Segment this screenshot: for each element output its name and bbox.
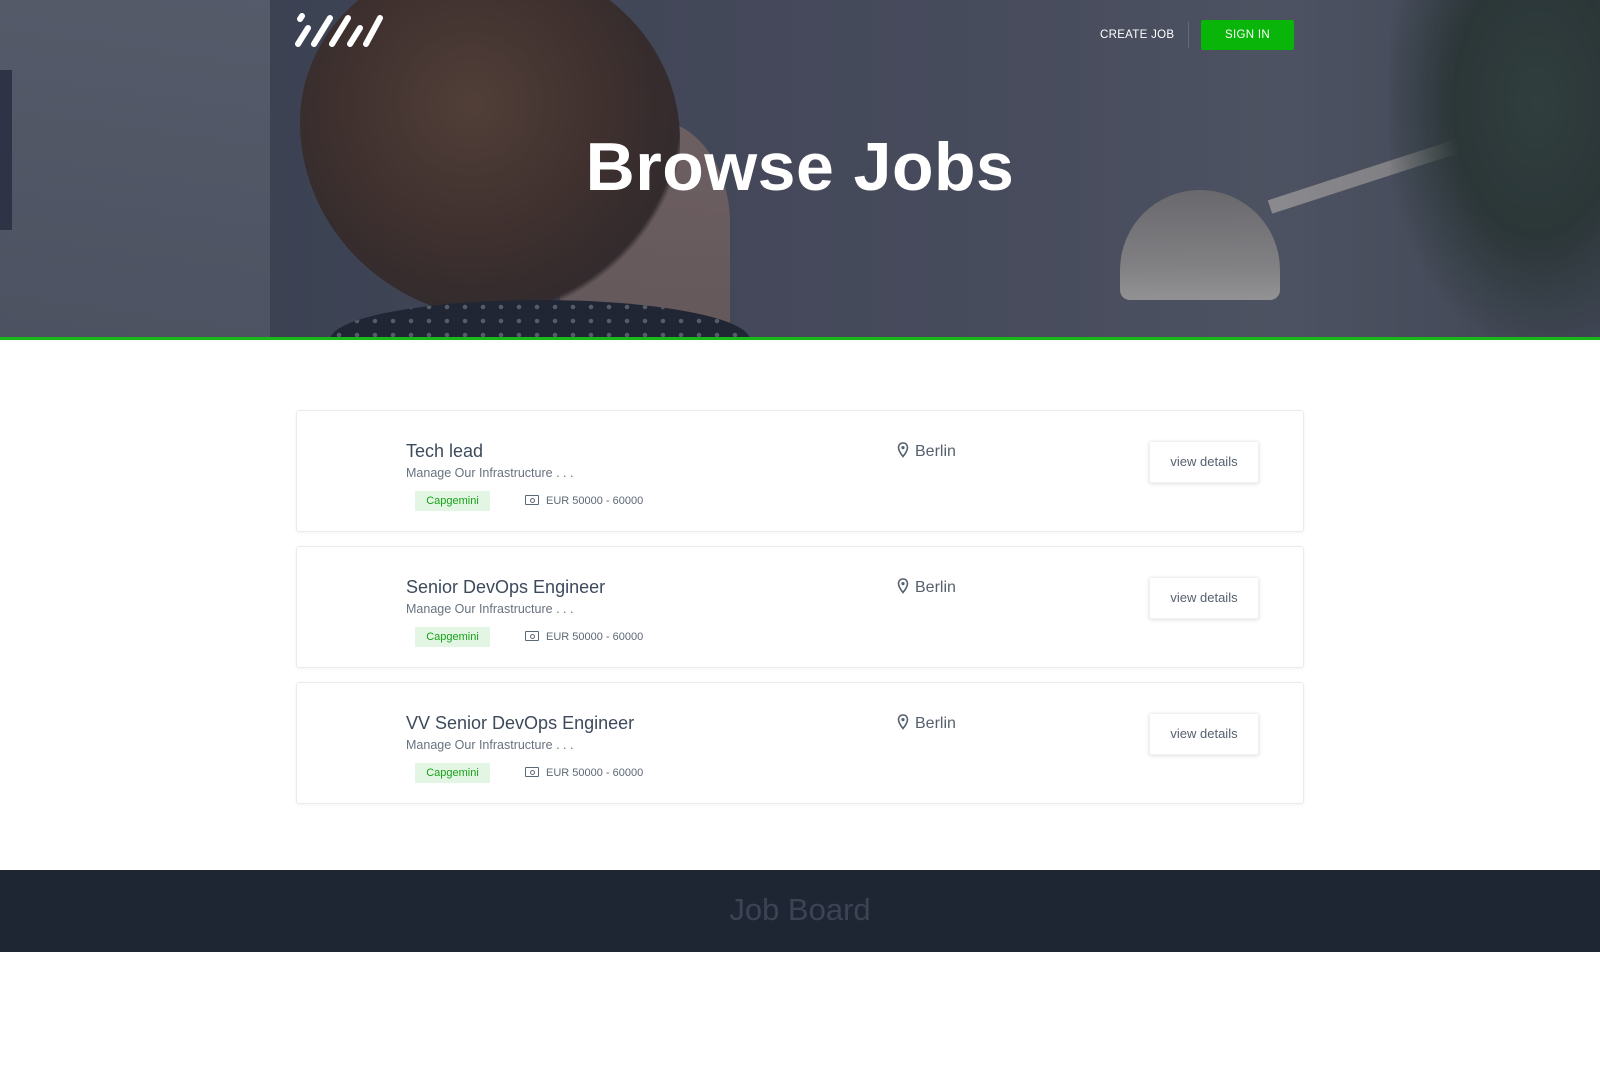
- map-pin-icon: [897, 442, 909, 458]
- job-location: Berlin: [897, 442, 956, 461]
- brand-logo-icon[interactable]: [294, 12, 384, 48]
- money-icon: [525, 495, 539, 505]
- location-text: Berlin: [915, 715, 956, 732]
- sign-in-button[interactable]: SIGN IN: [1201, 20, 1294, 50]
- job-card: Tech lead Manage Our Infrastructure . . …: [296, 410, 1304, 532]
- job-title[interactable]: Tech lead: [406, 441, 483, 462]
- job-location: Berlin: [897, 578, 956, 597]
- view-details-button[interactable]: view details: [1149, 577, 1259, 619]
- money-icon: [525, 631, 539, 641]
- footer-title: Job Board: [729, 892, 871, 927]
- salary-text: EUR 50000 - 60000: [546, 631, 644, 643]
- job-title[interactable]: Senior DevOps Engineer: [406, 577, 605, 598]
- job-description: Manage Our Infrastructure . . .: [406, 738, 574, 752]
- company-badge: Capgemini: [415, 491, 490, 511]
- location-text: Berlin: [915, 443, 956, 460]
- view-details-button[interactable]: view details: [1149, 713, 1259, 755]
- location-text: Berlin: [915, 579, 956, 596]
- salary-text: EUR 50000 - 60000: [546, 767, 644, 779]
- salary-info: EUR 50000 - 60000: [525, 763, 643, 783]
- job-description: Manage Our Infrastructure . . .: [406, 602, 574, 616]
- hero-accent-bar: [0, 337, 1600, 340]
- company-badge: Capgemini: [415, 627, 490, 647]
- salary-info: EUR 50000 - 60000: [525, 627, 643, 647]
- salary-text: EUR 50000 - 60000: [546, 495, 644, 507]
- view-details-button[interactable]: view details: [1149, 441, 1259, 483]
- map-pin-icon: [897, 714, 909, 730]
- job-card: Senior DevOps Engineer Manage Our Infras…: [296, 546, 1304, 668]
- job-title[interactable]: VV Senior DevOps Engineer: [406, 713, 634, 734]
- hero-banner: CREATE JOB SIGN IN Browse Jobs: [0, 0, 1600, 340]
- footer: Job Board: [0, 870, 1600, 952]
- money-icon: [525, 767, 539, 777]
- job-location: Berlin: [897, 714, 956, 733]
- job-card: VV Senior DevOps Engineer Manage Our Inf…: [296, 682, 1304, 804]
- nav-divider: [1188, 22, 1189, 48]
- salary-info: EUR 50000 - 60000: [525, 491, 643, 511]
- page-title: Browse Jobs: [585, 129, 1015, 205]
- job-description: Manage Our Infrastructure . . .: [406, 466, 574, 480]
- company-badge: Capgemini: [415, 763, 490, 783]
- map-pin-icon: [897, 578, 909, 594]
- job-list: Tech lead Manage Our Infrastructure . . …: [296, 410, 1304, 818]
- create-job-link[interactable]: CREATE JOB: [1100, 20, 1174, 50]
